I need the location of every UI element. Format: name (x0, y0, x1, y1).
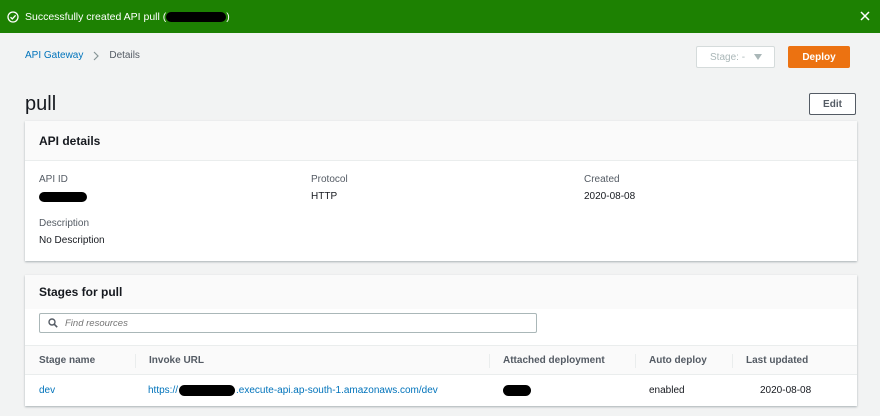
auto-deploy-value: enabled (649, 384, 685, 396)
search-icon (48, 318, 58, 328)
page-title: pull (25, 93, 57, 115)
redacted-api-name (166, 11, 227, 22)
edit-button[interactable]: Edit (809, 93, 856, 115)
stage-select-value: Stage: - (710, 51, 746, 63)
column-last-updated[interactable]: Last updated (746, 346, 808, 375)
api-id-field: API ID (39, 174, 87, 205)
stages-panel: Stages for pull Stage name Invoke URL At… (25, 275, 857, 406)
redacted-api-id (39, 192, 87, 202)
column-divider (135, 354, 136, 368)
protocol-value: HTTP (311, 191, 338, 202)
protocol-field: Protocol HTTP (311, 174, 348, 202)
created-field: Created 2020-08-08 (584, 174, 635, 202)
column-stage-name[interactable]: Stage name (39, 346, 95, 375)
stages-table-header: Stage name Invoke URL Attached deploymen… (25, 345, 857, 375)
chevron-right-icon (93, 51, 100, 60)
invoke-url-suffix: .execute-api.ap-south-1.amazonaws.com/de… (236, 384, 438, 396)
table-row: dev https:// .execute-api.ap-south-1.ama… (25, 376, 857, 404)
success-flashbar: Successfully created API pull ( ) (0, 0, 880, 33)
deploy-button[interactable]: Deploy (788, 46, 850, 68)
search-input[interactable] (65, 317, 505, 329)
flash-message-prefix: Successfully created API pull ( (25, 10, 167, 23)
column-auto-deploy[interactable]: Auto deploy (649, 346, 707, 375)
api-details-panel: API details API ID Protocol HTTP Created… (25, 121, 857, 261)
success-check-icon (7, 10, 19, 23)
breadcrumb: API Gateway Details (25, 50, 140, 61)
stage-name-link[interactable]: dev (39, 376, 55, 404)
redacted-deployment-id (503, 384, 531, 396)
last-updated-value: 2020-08-08 (760, 384, 812, 396)
description-field: Description No Description (39, 218, 105, 246)
created-value: 2020-08-08 (584, 191, 636, 202)
stages-title: Stages for pull (25, 275, 857, 309)
breadcrumb-api-gateway[interactable]: API Gateway (25, 50, 83, 61)
api-id-label: API ID (39, 174, 68, 185)
redacted-api-host (179, 384, 236, 396)
column-invoke-url[interactable]: Invoke URL (149, 346, 204, 375)
column-divider (489, 354, 490, 368)
api-details-title: API details (25, 121, 857, 161)
column-attached-deployment[interactable]: Attached deployment (503, 346, 605, 375)
breadcrumb-current: Details (109, 50, 140, 61)
protocol-label: Protocol (311, 174, 348, 185)
created-label: Created (584, 174, 620, 185)
caret-down-icon (754, 54, 763, 60)
stage-select[interactable]: Stage: - (696, 46, 775, 68)
close-icon[interactable] (858, 9, 872, 23)
invoke-url-link[interactable]: https:// .execute-api.ap-south-1.amazona… (148, 376, 438, 404)
flash-message: Successfully created API pull ( ) (25, 11, 230, 23)
column-divider (732, 354, 733, 368)
search-box[interactable] (39, 313, 537, 333)
flash-message-suffix: ) (226, 10, 230, 23)
column-divider (635, 354, 636, 368)
invoke-url-prefix: https:// (148, 384, 179, 396)
description-label: Description (39, 218, 90, 229)
description-value: No Description (39, 235, 105, 246)
attached-deployment-cell (503, 376, 531, 404)
